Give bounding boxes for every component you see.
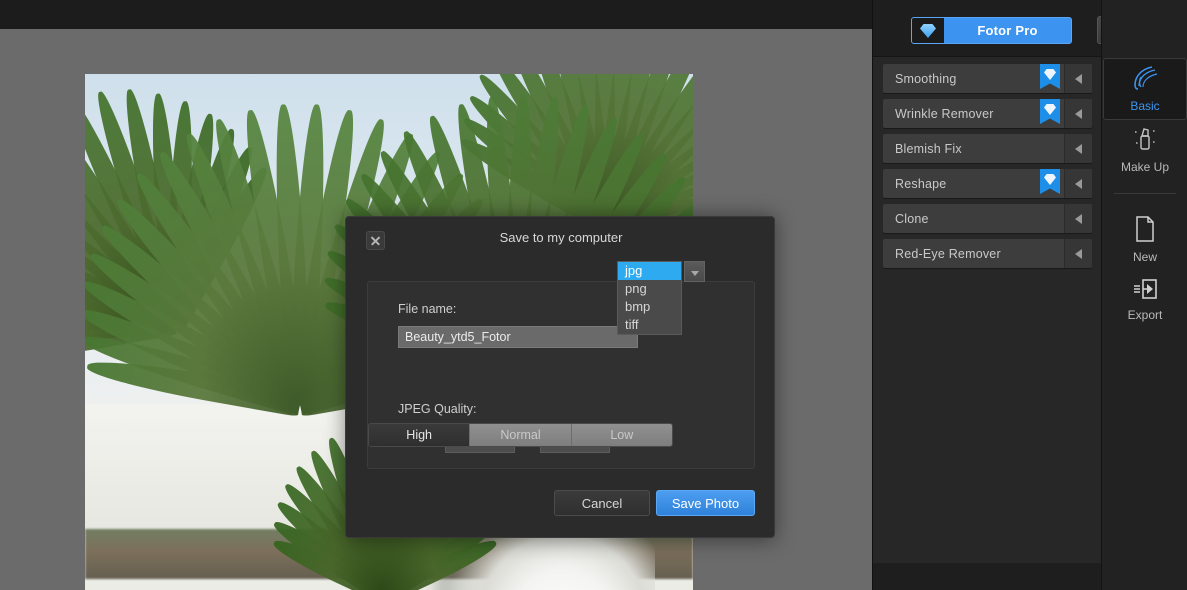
top-bar-left xyxy=(0,0,872,29)
rail-item-new[interactable]: New xyxy=(1102,210,1187,270)
fotor-pro-label: Fotor Pro xyxy=(977,23,1038,38)
tool-list: Smoothing Wrinkle Remover Blemish Fix Resha… xyxy=(883,64,1092,274)
format-option[interactable]: tiff xyxy=(618,316,681,334)
quality-option[interactable]: High xyxy=(369,424,471,446)
document-icon xyxy=(1134,216,1156,247)
cancel-button[interactable]: Cancel xyxy=(554,490,650,516)
quality-option[interactable]: Low xyxy=(571,424,672,446)
triangle-left-icon[interactable] xyxy=(1064,169,1092,198)
diamond-icon xyxy=(912,18,944,43)
tool-row-label: Blemish Fix xyxy=(895,141,962,156)
rail-item-label: New xyxy=(1132,250,1157,264)
rail-item-list: Basic Make Up New Export xyxy=(1102,58,1187,330)
tool-row-label: Wrinkle Remover xyxy=(895,106,994,121)
rail-item-make-up[interactable]: Make Up xyxy=(1102,120,1187,180)
rail-item-export[interactable]: Export xyxy=(1102,270,1187,330)
format-option[interactable]: png xyxy=(618,280,681,298)
format-dropdown-list[interactable]: jpg png bmp tiff xyxy=(617,261,682,335)
save-dialog: Save to my computer File name: Resize: J… xyxy=(345,216,775,538)
tool-row[interactable]: Reshape xyxy=(883,169,1092,198)
quality-option[interactable]: Normal xyxy=(470,424,572,446)
tool-row-label: Reshape xyxy=(895,176,947,191)
tool-row[interactable]: Blemish Fix xyxy=(883,134,1092,163)
tool-row[interactable]: Red-Eye Remover xyxy=(883,239,1092,268)
triangle-left-icon[interactable] xyxy=(1064,204,1092,233)
save-dialog-title: Save to my computer xyxy=(499,230,623,245)
tool-row[interactable]: Wrinkle Remover xyxy=(883,99,1092,128)
triangle-left-icon[interactable] xyxy=(1064,134,1092,163)
rail-item-basic[interactable]: Basic xyxy=(1103,58,1187,120)
quality-segmented-control[interactable]: High Normal Low xyxy=(368,423,673,447)
file-name-input[interactable] xyxy=(398,326,638,348)
quality-label: JPEG Quality: xyxy=(398,402,477,416)
rail-spacer xyxy=(1102,0,1187,58)
rail-item-label: Basic xyxy=(1130,99,1160,113)
triangle-left-icon[interactable] xyxy=(1064,64,1092,93)
tool-row[interactable]: Smoothing xyxy=(883,64,1092,93)
tool-row-label: Smoothing xyxy=(895,71,957,86)
rail-divider xyxy=(1113,193,1176,194)
triangle-left-icon[interactable] xyxy=(1064,239,1092,268)
pro-diamond-badge-icon[interactable] xyxy=(1040,99,1060,124)
right-rail: Basic Make Up New Export xyxy=(1101,0,1187,590)
pro-diamond-badge-icon[interactable] xyxy=(1040,64,1060,89)
file-name-label: File name: xyxy=(398,302,457,316)
fotor-pro-button[interactable]: Fotor Pro xyxy=(911,17,1072,44)
save-photo-button[interactable]: Save Photo xyxy=(656,490,755,516)
format-option[interactable]: jpg xyxy=(618,262,681,280)
chevron-down-icon[interactable] xyxy=(684,261,705,282)
format-option[interactable]: bmp xyxy=(618,298,681,316)
rail-item-label: Export xyxy=(1127,308,1163,322)
tools-panel-body: Smoothing Wrinkle Remover Blemish Fix Resha… xyxy=(873,56,1102,563)
pro-diamond-badge-icon[interactable] xyxy=(1040,169,1060,194)
face-profile-icon xyxy=(1130,65,1160,96)
tool-row-label: Clone xyxy=(895,211,929,226)
fotor-app-window: Smoothing Wrinkle Remover Blemish Fix Resha… xyxy=(0,0,1187,590)
tools-panel: Smoothing Wrinkle Remover Blemish Fix Resha… xyxy=(872,0,1102,590)
rail-item-label: Make Up xyxy=(1120,160,1170,174)
triangle-left-icon[interactable] xyxy=(1064,99,1092,128)
tool-row-label: Red-Eye Remover xyxy=(895,246,1001,261)
lipstick-icon xyxy=(1131,126,1159,157)
export-icon xyxy=(1132,278,1158,305)
tool-row[interactable]: Clone xyxy=(883,204,1092,233)
